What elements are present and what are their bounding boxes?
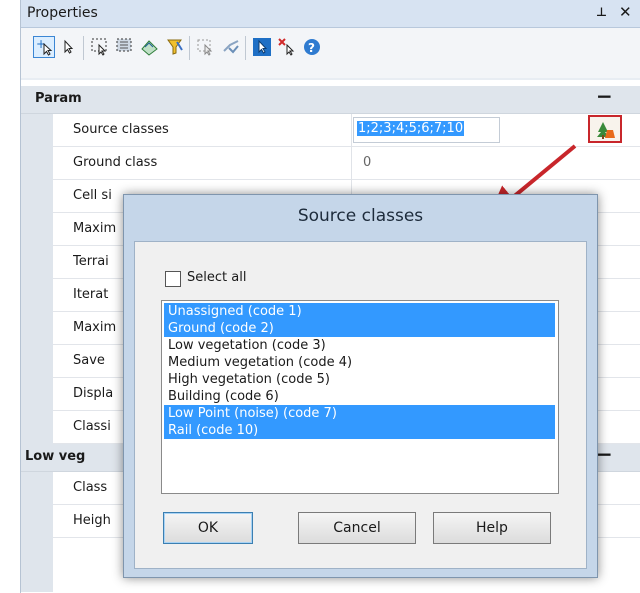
ok-button[interactable]: OK bbox=[163, 512, 253, 544]
class-list-item[interactable]: Rail (code 10) bbox=[164, 422, 555, 439]
class-list-item[interactable]: Unassigned (code 1) bbox=[164, 303, 555, 320]
dialog-body: Select all Unassigned (code 1) Ground (co… bbox=[134, 241, 587, 569]
select-all-checkbox[interactable] bbox=[165, 271, 181, 287]
class-list-item[interactable]: Low vegetation (code 3) bbox=[164, 337, 555, 354]
help-button[interactable]: Help bbox=[433, 512, 551, 544]
source-classes-dialog: Source classes Select all Unassigned (co… bbox=[123, 194, 598, 578]
class-list-item[interactable]: Low Point (noise) (code 7) bbox=[164, 405, 555, 422]
cancel-button[interactable]: Cancel bbox=[298, 512, 416, 544]
class-listbox[interactable]: Unassigned (code 1) Ground (code 2) Low ve… bbox=[161, 300, 559, 494]
dialog-title: Source classes bbox=[297, 206, 424, 226]
class-list-item[interactable]: Medium vegetation (code 4) bbox=[164, 354, 555, 371]
select-all-label[interactable]: Select all bbox=[187, 270, 246, 285]
class-list-item[interactable]: High vegetation (code 5) bbox=[164, 371, 555, 388]
class-list-item[interactable]: Building (code 6) bbox=[164, 388, 555, 405]
class-list-item[interactable]: Ground (code 2) bbox=[164, 320, 555, 337]
